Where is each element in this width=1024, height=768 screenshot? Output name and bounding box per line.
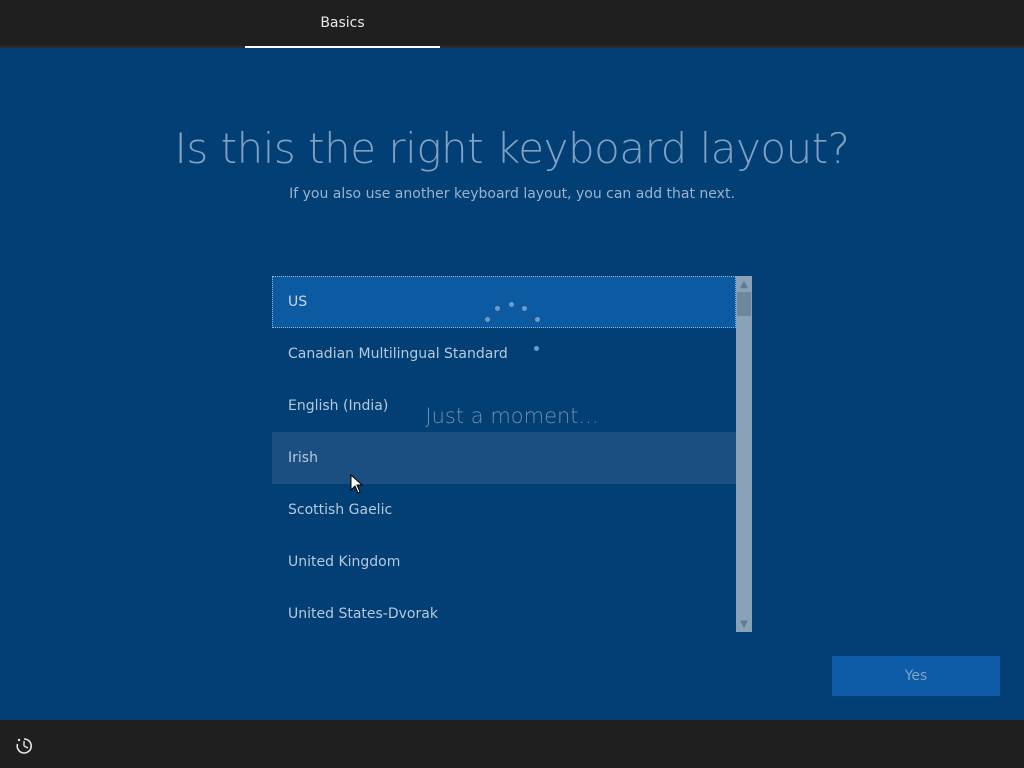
scroll-up-icon[interactable]: ▲ <box>736 276 752 292</box>
mouse-cursor-icon <box>350 474 364 494</box>
bottom-bar <box>0 720 1024 768</box>
scroll-down-icon[interactable]: ▼ <box>736 616 752 632</box>
list-item[interactable]: United Kingdom <box>272 536 736 588</box>
page-title: Is this the right keyboard layout? <box>174 124 850 173</box>
list-item[interactable]: Scottish Gaelic <box>272 484 736 536</box>
loading-text: Just a moment... <box>425 404 599 428</box>
top-bar: Basics <box>0 0 1024 48</box>
accessibility-icon[interactable] <box>14 736 34 756</box>
scroll-thumb[interactable] <box>737 292 751 316</box>
page-subtitle: If you also use another keyboard layout,… <box>289 186 735 202</box>
list-scrollbar[interactable]: ▲ ▼ <box>736 276 752 632</box>
loading-spinner-icon <box>480 298 544 362</box>
yes-button[interactable]: Yes <box>832 656 1000 696</box>
list-item[interactable]: United States-Dvorak <box>272 588 736 632</box>
tab-basics[interactable]: Basics <box>245 0 440 48</box>
list-item[interactable]: Irish <box>272 432 736 484</box>
